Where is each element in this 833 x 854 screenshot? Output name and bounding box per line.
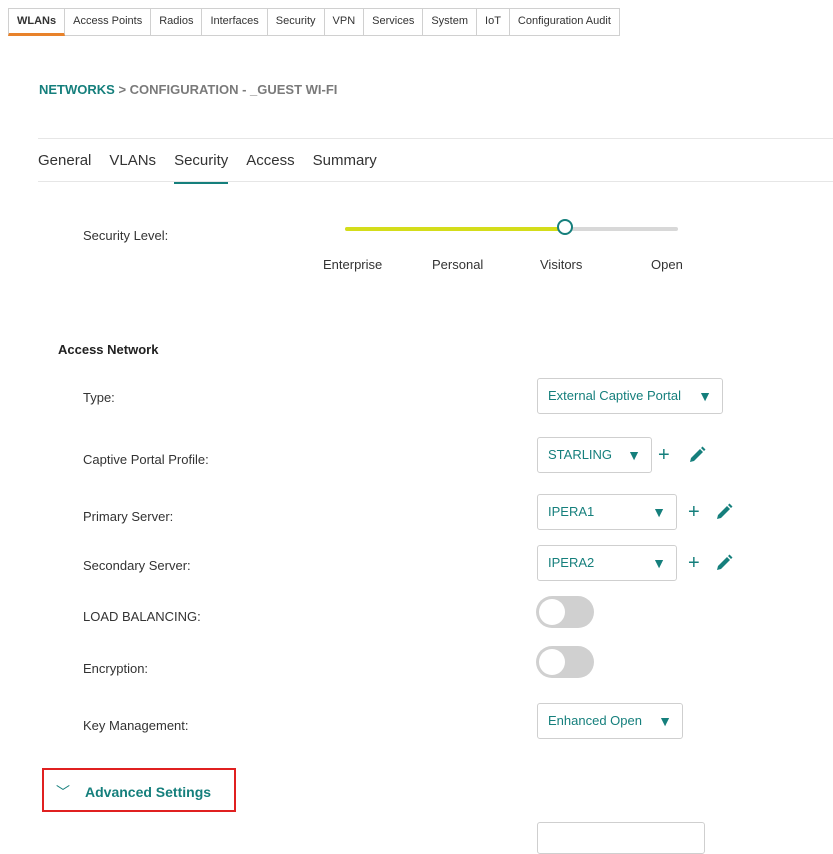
pencil-icon[interactable] <box>714 553 734 573</box>
secondary-server-value: IPERA2 <box>548 555 595 570</box>
level-personal[interactable]: Personal <box>432 257 483 272</box>
tab-security[interactable]: Security <box>267 8 325 36</box>
tab-radios[interactable]: Radios <box>151 8 203 36</box>
plus-icon[interactable]: + <box>658 445 670 465</box>
captive-portal-profile-value: STARLING <box>548 447 613 462</box>
type-label: Type: <box>83 390 115 405</box>
top-nav-tabs: WLANs Access Points Radios Interfaces Se… <box>8 8 620 36</box>
caret-down-icon: ▼ <box>627 447 641 463</box>
encryption-label: Encryption: <box>83 661 149 676</box>
level-enterprise[interactable]: Enterprise <box>323 257 382 272</box>
load-balancing-label: LOAD BALANCING: <box>83 609 201 624</box>
advanced-settings-toggle[interactable]: Advanced Settings <box>85 784 211 800</box>
key-management-select[interactable]: Enhanced Open ▼ <box>537 703 683 739</box>
caret-down-icon: ▼ <box>698 388 712 404</box>
encryption-toggle[interactable] <box>536 646 594 678</box>
key-management-label: Key Management: <box>83 718 189 733</box>
access-network-title: Access Network <box>58 342 159 357</box>
key-management-value: Enhanced Open <box>548 713 642 728</box>
captive-portal-profile-select[interactable]: STARLING ▼ <box>537 437 652 473</box>
tab-vpn[interactable]: VPN <box>324 8 365 36</box>
primary-server-select[interactable]: IPERA1 ▼ <box>537 494 677 530</box>
breadcrumb: NETWORKS > CONFIGURATION - _GUEST WI-FI <box>39 82 337 97</box>
tab-interfaces[interactable]: Interfaces <box>202 8 268 36</box>
toggle-knob <box>539 599 565 625</box>
security-level-label: Security Level: <box>83 228 169 243</box>
breadcrumb-networks-link[interactable]: NETWORKS <box>39 82 115 97</box>
tab-vlans[interactable]: VLANs <box>109 150 156 183</box>
slider-fill <box>345 227 565 231</box>
secondary-server-label: Secondary Server: <box>83 558 191 573</box>
pencil-icon[interactable] <box>714 502 734 522</box>
chevron-down-icon[interactable]: ﹀ <box>56 782 70 802</box>
plus-icon[interactable]: + <box>688 553 700 573</box>
tab-system[interactable]: System <box>423 8 478 36</box>
caret-down-icon: ▼ <box>652 504 666 520</box>
caret-down-icon: ▼ <box>658 713 672 729</box>
config-sub-tabs: General VLANs Security Access Summary <box>38 150 395 184</box>
type-value: External Captive Portal <box>548 388 681 403</box>
secondary-server-select[interactable]: IPERA2 ▼ <box>537 545 677 581</box>
partial-field[interactable] <box>537 822 705 854</box>
tab-access-points[interactable]: Access Points <box>65 8 152 36</box>
content-panel <box>38 138 833 839</box>
tab-general[interactable]: General <box>38 150 91 183</box>
breadcrumb-current: > CONFIGURATION - _GUEST WI-FI <box>114 82 338 97</box>
tab-wlans[interactable]: WLANs <box>8 8 66 36</box>
tab-security-active[interactable]: Security <box>174 150 229 184</box>
type-select[interactable]: External Captive Portal ▼ <box>537 378 723 414</box>
tab-iot[interactable]: IoT <box>477 8 510 36</box>
slider-thumb[interactable] <box>556 219 573 235</box>
level-open[interactable]: Open <box>651 257 683 272</box>
tab-summary[interactable]: Summary <box>313 150 377 183</box>
caret-down-icon: ▼ <box>652 555 666 571</box>
tab-access[interactable]: Access <box>246 150 294 183</box>
security-level-slider[interactable] <box>345 219 678 235</box>
captive-portal-profile-label: Captive Portal Profile: <box>83 452 209 467</box>
primary-server-label: Primary Server: <box>83 509 174 524</box>
pencil-icon[interactable] <box>687 445 707 465</box>
plus-icon[interactable]: + <box>688 502 700 522</box>
primary-server-value: IPERA1 <box>548 504 595 519</box>
tab-configuration-audit[interactable]: Configuration Audit <box>509 8 620 36</box>
toggle-knob <box>539 649 565 675</box>
level-visitors[interactable]: Visitors <box>540 257 582 272</box>
sub-tab-divider <box>38 181 833 182</box>
tab-services[interactable]: Services <box>364 8 424 36</box>
load-balancing-toggle[interactable] <box>536 596 594 628</box>
